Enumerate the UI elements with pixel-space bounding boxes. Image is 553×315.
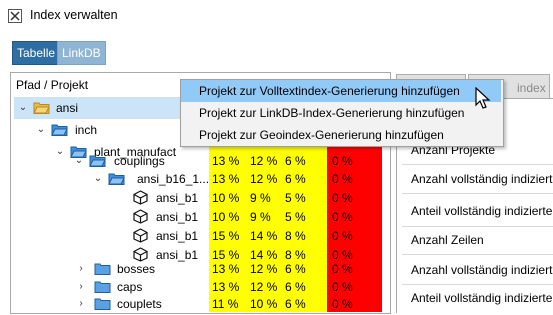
window-title: Index verwalten bbox=[30, 8, 118, 22]
folder-icon bbox=[94, 263, 111, 275]
tree-label: inch bbox=[75, 123, 98, 137]
tab-tabelle[interactable]: Tabelle bbox=[12, 41, 61, 65]
chevron-down-icon[interactable]: ⌄ bbox=[74, 156, 84, 166]
stat-label: Anzahl vollständig indiziert bbox=[411, 172, 553, 186]
stat-label: Anzahl vollständig indiziert bbox=[411, 263, 553, 277]
percent-cell: 0 % bbox=[332, 297, 353, 311]
divider bbox=[402, 226, 553, 227]
tree-label: ansi bbox=[56, 101, 79, 115]
chevron-right-icon[interactable]: › bbox=[76, 264, 86, 274]
context-menu: Projekt zur Volltextindex-Generierung hi… bbox=[180, 79, 504, 147]
chevron-down-icon[interactable]: ⌄ bbox=[36, 125, 46, 135]
folder-open-icon bbox=[33, 102, 50, 114]
chevron-down-icon[interactable]: ⌄ bbox=[93, 174, 103, 184]
folder-icon bbox=[94, 281, 111, 293]
divider bbox=[402, 164, 553, 165]
mouse-cursor-icon bbox=[475, 87, 491, 109]
divider bbox=[402, 193, 553, 194]
tree-label: ansi_b1 bbox=[156, 248, 199, 262]
percent-cell: 10 % bbox=[250, 297, 278, 311]
tree-label: couplets bbox=[117, 297, 162, 311]
divider bbox=[402, 254, 553, 255]
folder-open-icon bbox=[89, 155, 106, 167]
cube-part-icon bbox=[133, 190, 148, 205]
stat-label: Anzahl Zeilen bbox=[411, 233, 484, 247]
stat-label: Anteil vollständig indizierte bbox=[411, 291, 553, 305]
percent-cell: 6 % bbox=[285, 297, 306, 311]
chevron-down-icon[interactable]: ⌄ bbox=[55, 147, 65, 157]
stat-label: Anteil vollständig indizierte bbox=[411, 204, 553, 218]
menu-item-add-geoindex[interactable]: Projekt zur Geoindex-Generierung hinzufü… bbox=[181, 124, 501, 146]
cube-part-icon bbox=[133, 209, 148, 224]
folder-icon bbox=[94, 298, 111, 310]
divider bbox=[402, 284, 553, 285]
cube-part-icon bbox=[133, 228, 148, 243]
tab-linkdb[interactable]: LinkDB bbox=[57, 41, 106, 65]
chevron-down-icon[interactable]: ⌄ bbox=[18, 103, 28, 113]
tree-row-ansi[interactable]: ⌄ ansi bbox=[14, 97, 184, 119]
app-icon bbox=[8, 9, 22, 23]
folder-open-icon bbox=[51, 124, 68, 136]
percent-cell: 11 % bbox=[212, 297, 239, 311]
menu-item-add-fulltext-index[interactable]: Projekt zur Volltextindex-Generierung hi… bbox=[181, 80, 501, 102]
chevron-right-icon[interactable]: › bbox=[76, 282, 86, 292]
chevron-right-icon[interactable]: › bbox=[76, 299, 86, 309]
folder-open-icon bbox=[108, 173, 125, 185]
menu-item-add-linkdb-index[interactable]: Projekt zur LinkDB-Index-Generierung hin… bbox=[181, 102, 501, 124]
